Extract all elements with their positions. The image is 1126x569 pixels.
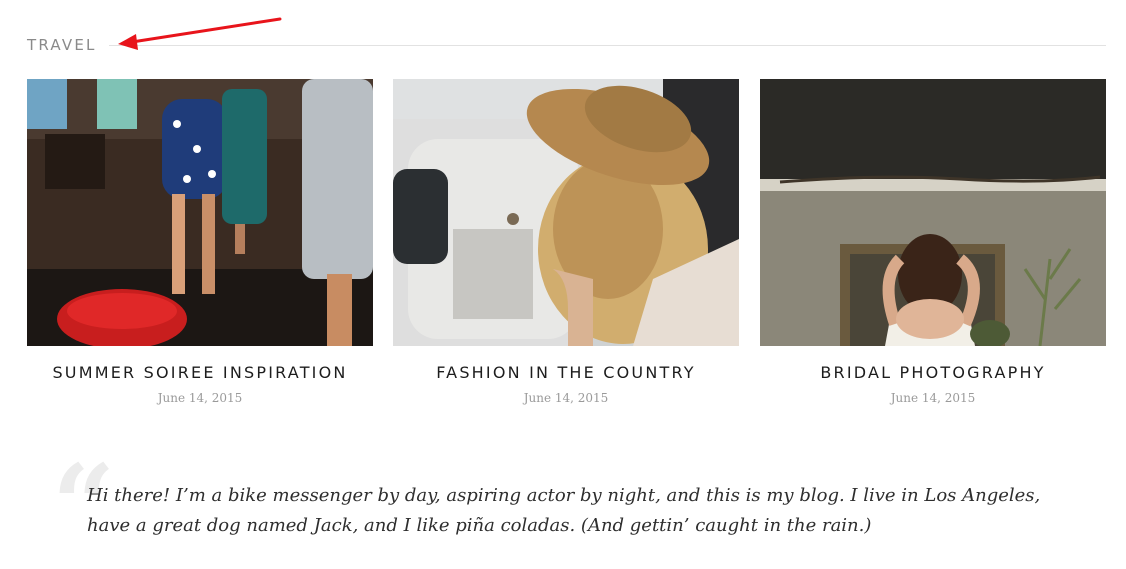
quote-text: Hi there! I’m a bike messenger by day, a…: [87, 485, 1041, 536]
annotation-arrow-icon: [118, 17, 282, 50]
post-image-bride[interactable]: [760, 79, 1106, 346]
post-image-straw-hat[interactable]: [393, 79, 739, 346]
post-date: June 14, 2015: [890, 391, 976, 405]
post-title-summer-soiree[interactable]: SUMMER SOIREE INSPIRATION: [27, 363, 373, 382]
post-date: June 14, 2015: [157, 391, 243, 405]
post-card-summer-soiree[interactable]: SUMMER SOIREE INSPIRATION June 14, 2015: [27, 79, 373, 405]
post-title-fashion-country[interactable]: FASHION IN THE COUNTRY: [393, 363, 739, 382]
post-title-bridal-photography[interactable]: BRIDAL PHOTOGRAPHY: [760, 363, 1106, 382]
post-card-bridal-photography[interactable]: BRIDAL PHOTOGRAPHY June 14, 2015: [760, 79, 1106, 405]
post-date: June 14, 2015: [523, 391, 609, 405]
post-card-fashion-country[interactable]: FASHION IN THE COUNTRY June 14, 2015: [393, 79, 739, 405]
section-title: TRAVEL: [27, 36, 97, 54]
post-image-party[interactable]: [27, 79, 373, 346]
